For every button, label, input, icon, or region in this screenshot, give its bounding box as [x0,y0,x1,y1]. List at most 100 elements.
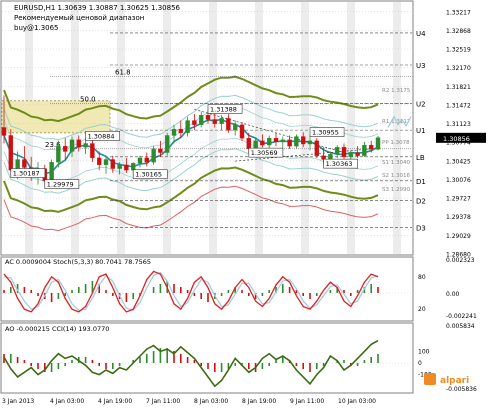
candle-body [158,148,163,153]
chart-subtitle-2: buy@1.3065 [14,24,59,32]
candle-body [246,137,251,149]
candle-body [212,119,217,124]
alpari-logo-text: alpari [440,376,469,386]
price-tick-label: 1.31472 [446,102,471,109]
candle-body [335,147,340,155]
candle-body [273,137,279,143]
candle-body [301,136,306,145]
candle-body [90,143,95,159]
price-tag: 1.30363 [326,160,353,168]
candle-body [192,120,197,125]
session-band [117,2,125,254]
level-label: D3 [416,224,426,232]
level-label: U1 [416,127,426,135]
stoch-tick-label: 80 [418,274,426,281]
ac-stoch-panel [0,256,414,322]
chart-title: EURUSD,H1 1.30639 1.30887 1.30625 1.3085… [14,4,181,12]
cci-tick-label: 100 [418,348,430,355]
price-tick-label: 1.31821 [446,84,471,91]
level-label: U3 [416,62,426,70]
candle-body [314,140,319,156]
chart-subtitle: Рекомендуемый ценовой диапазон [14,14,144,22]
pivot-label: PP 1.3078 [382,140,410,146]
time-tick-label: 8 Jan 03:00 [194,398,228,405]
panel3-header: AO -0.000215 CCI(14) 193.0770 [5,325,109,333]
price-tick-label: 1.28680 [446,252,471,259]
ac-tick-label: 0.00 [446,291,460,298]
cci-tick-label: 0 [418,360,422,367]
candle-body [137,157,143,164]
pivot-label: S1 1.3040 [382,160,410,166]
session-band [393,2,401,254]
time-tick-label: 3 Jan 2013 [2,398,34,405]
level-label: D2 [416,198,426,206]
candle-body [49,162,54,182]
price-tick-label: 1.33217 [446,9,471,16]
candle-body [267,137,272,146]
fib-label: 50.0 [80,95,96,103]
candle-body [110,159,115,169]
candle-body [287,139,292,147]
alpari-logo: alpari [424,373,469,386]
level-label: U2 [416,100,426,108]
candle-body [22,159,27,168]
candle-body [199,115,204,125]
level-label: LB [416,154,425,162]
panel2-header: AC 0.0009004 Stoch(5,3,3) 80.7041 78.756… [5,258,151,266]
candle-body [124,164,129,171]
candle-body [165,135,170,153]
time-tick-label: 9 Jan 11:00 [290,398,324,405]
candle-body [69,139,75,152]
ao-tick-label: -0.005836 [446,386,477,393]
session-band [209,2,217,254]
candle-body [260,140,265,146]
candle-body [63,146,68,152]
price-tag: 1.30569 [251,149,278,157]
candle-body [151,148,156,163]
candle-body [185,120,190,133]
candle-body [233,124,238,131]
last-price-label: 1.30856 [443,135,470,143]
price-tick-label: 1.29727 [446,196,471,203]
candle-body [239,124,245,139]
price-tick-label: 1.29378 [446,214,471,221]
candle-body [294,136,299,147]
candle-body [8,135,13,171]
time-tick-label: 8 Jan 19:00 [242,398,276,405]
session-band [255,2,263,254]
candle-body [253,140,258,149]
ao-tick-label: 0.005834 [446,323,475,330]
price-tag: 1.30884 [88,132,115,140]
level-label: U4 [416,30,426,38]
candle-body [117,164,122,169]
price-tag: 1.30955 [312,129,339,137]
candle-body [348,152,353,157]
candle-body [355,152,360,156]
price-tag: 1.29979 [47,181,74,189]
level-label: D1 [416,178,426,186]
price-tick-label: 1.32170 [446,65,471,72]
fib-label: 61.8 [115,69,131,77]
pivot-label: S3 1.2990 [382,187,410,193]
ac-tick-label: -0.002241 [446,313,477,320]
candle-body [97,157,102,165]
price-tag: 1.30187 [13,170,40,178]
range-box [1,100,111,134]
chart-window: 61.8 50.0 23.6 R2 1.3175 R1 1.3117 PP 1.3078 S… [0,0,500,408]
candle-body [144,157,149,163]
candle-body [83,143,88,148]
candle-body [341,147,347,157]
price-tick-label: 1.29029 [446,233,471,240]
candle-body [219,118,224,124]
price-tag: 1.31388 [210,105,237,113]
candle-body [362,144,367,156]
candle-body [280,139,285,143]
candle-body [76,139,81,148]
candle-body [307,140,313,145]
price-tick-label: 1.31123 [446,121,471,128]
time-tick-label: 10 Jan 03:00 [338,398,376,405]
candle-body [56,146,61,163]
price-tick-label: 1.30076 [446,177,471,184]
session-band [301,2,309,254]
candle-body [103,159,109,165]
